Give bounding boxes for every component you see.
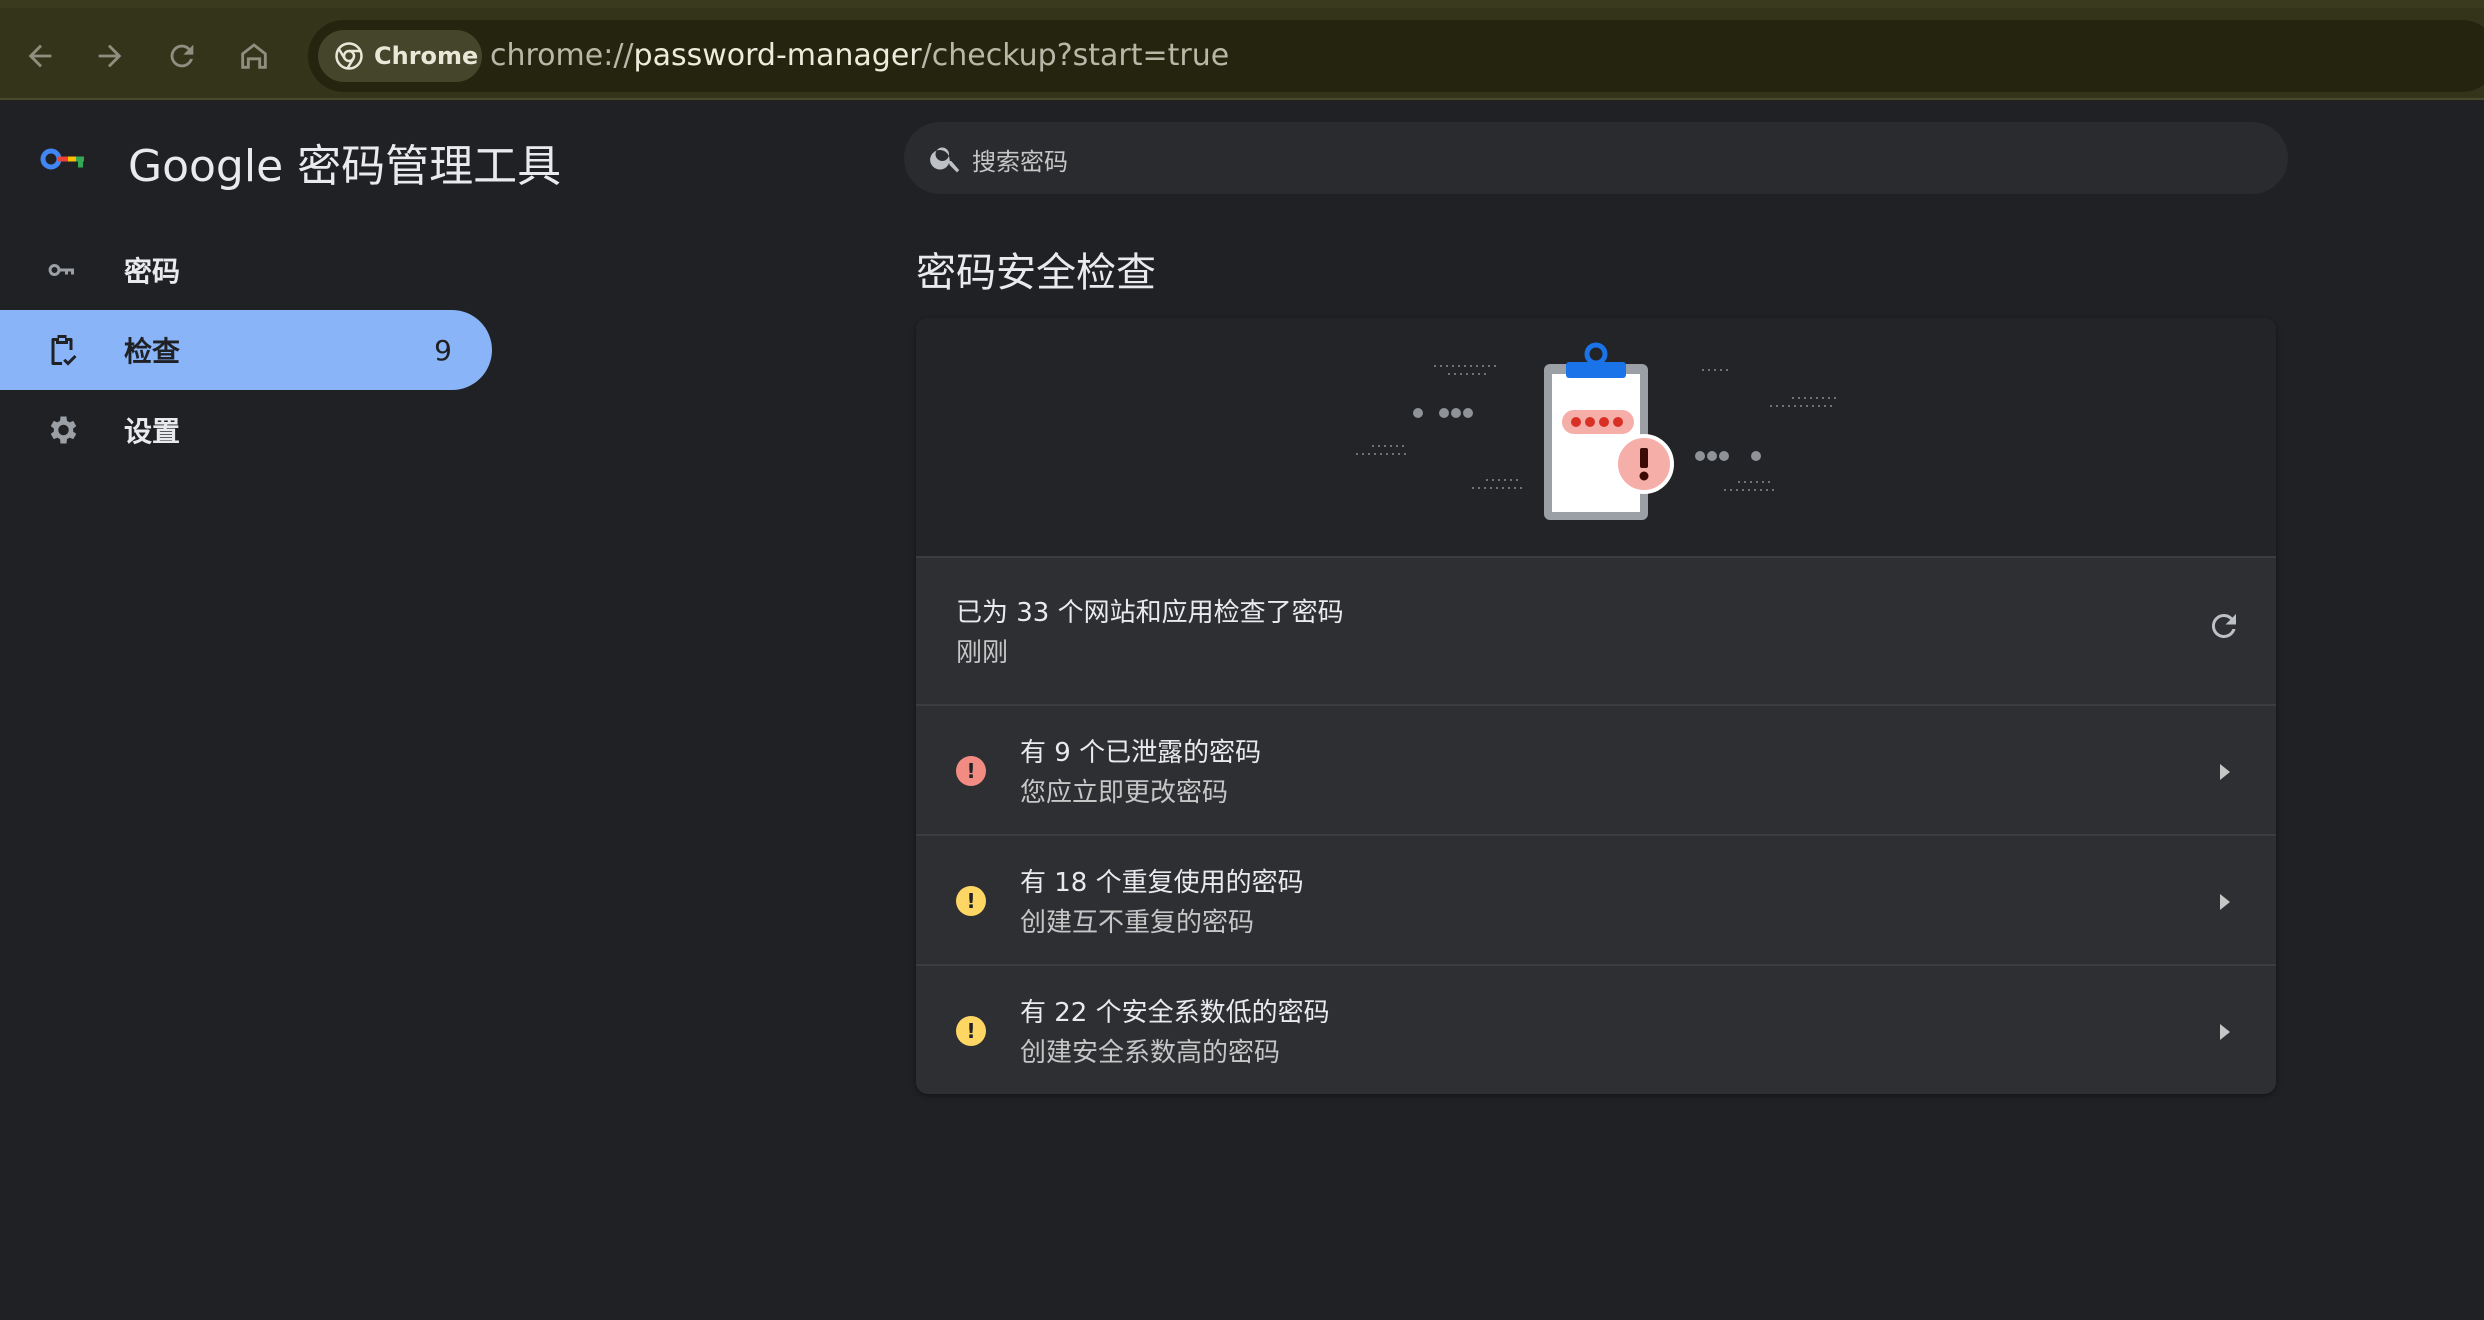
address-bar[interactable]: Chrome chrome://password-manager/checkup… — [308, 20, 2484, 92]
password-manager-logo-icon — [40, 148, 84, 170]
url-host: password-manager — [633, 38, 922, 73]
chevron-right-icon — [2220, 764, 2230, 780]
summary-time: 刚刚 — [956, 638, 1009, 668]
key-icon — [44, 252, 80, 288]
checkup-illustration — [916, 318, 2276, 558]
search-input[interactable]: 搜索密码 — [904, 122, 2288, 194]
chevron-right-icon — [2220, 1024, 2230, 1040]
chrome-logo-icon — [335, 42, 363, 70]
refresh-check-icon[interactable] — [2206, 608, 2242, 644]
app-title: Google 密码管理工具 — [128, 141, 562, 192]
checkup-card: 已为 33 个网站和应用检查了密码 刚刚 ! 有 9 个已泄露的密码 您应立即更… — [916, 318, 2276, 1094]
issue-subtitle: 创建安全系数高的密码 — [1020, 1038, 1281, 1068]
sidebar-item-passwords[interactable]: 密码 — [0, 230, 492, 310]
summary-text: 已为 33 个网站和应用检查了密码 — [956, 598, 1344, 628]
reload-button[interactable] — [158, 32, 206, 80]
issue-title: 有 22 个安全系数低的密码 — [1020, 998, 1330, 1028]
issue-row-reused[interactable]: ! 有 18 个重复使用的密码 创建互不重复的密码 — [916, 836, 2276, 966]
checkup-icon — [44, 332, 80, 368]
issue-title: 有 18 个重复使用的密码 — [1020, 868, 1304, 898]
arrow-right-icon — [98, 44, 122, 68]
search-placeholder: 搜索密码 — [972, 148, 1068, 176]
arrow-left-icon — [28, 44, 52, 68]
sidebar-item-label: 检查 — [124, 335, 181, 368]
issue-row-compromised[interactable]: ! 有 9 个已泄露的密码 您应立即更改密码 — [916, 706, 2276, 836]
issue-subtitle: 您应立即更改密码 — [1020, 778, 1229, 808]
page-title: 密码安全检查 — [916, 250, 1156, 296]
error-icon: ! — [956, 756, 986, 786]
home-icon — [241, 43, 267, 69]
url-text[interactable]: chrome://password-manager/checkup?start=… — [490, 38, 1229, 73]
chip-label: Chrome — [374, 42, 479, 70]
url-path: /checkup?start=true — [921, 38, 1230, 73]
home-button[interactable] — [230, 32, 278, 80]
warning-icon: ! — [956, 1016, 986, 1046]
sidebar-item-checkup[interactable]: 检查 9 — [0, 310, 492, 390]
forward-button[interactable] — [86, 32, 134, 80]
issue-row-weak[interactable]: ! 有 22 个安全系数低的密码 创建安全系数高的密码 — [916, 966, 2276, 1094]
chevron-right-icon — [2220, 894, 2230, 910]
chrome-chip[interactable]: Chrome — [318, 30, 482, 82]
warning-icon: ! — [956, 886, 986, 916]
sidebar-item-label: 密码 — [124, 255, 181, 288]
summary-row: 已为 33 个网站和应用检查了密码 刚刚 — [916, 558, 2276, 706]
browser-toolbar: Chrome chrome://password-manager/checkup… — [0, 8, 2484, 100]
sidebar-item-label: 设置 — [124, 415, 181, 448]
tab-strip — [0, 0, 2484, 8]
issue-subtitle: 创建互不重复的密码 — [1020, 908, 1255, 938]
url-scheme: chrome:// — [490, 38, 634, 73]
gear-icon — [44, 412, 80, 448]
reload-icon — [170, 44, 194, 68]
back-button[interactable] — [16, 32, 64, 80]
issue-title: 有 9 个已泄露的密码 — [1020, 738, 1262, 768]
sidebar-item-settings[interactable]: 设置 — [0, 390, 492, 470]
checkup-count-badge: 9 — [434, 333, 452, 367]
clipboard-warning-illustration — [1356, 342, 1836, 520]
search-icon — [930, 147, 960, 173]
